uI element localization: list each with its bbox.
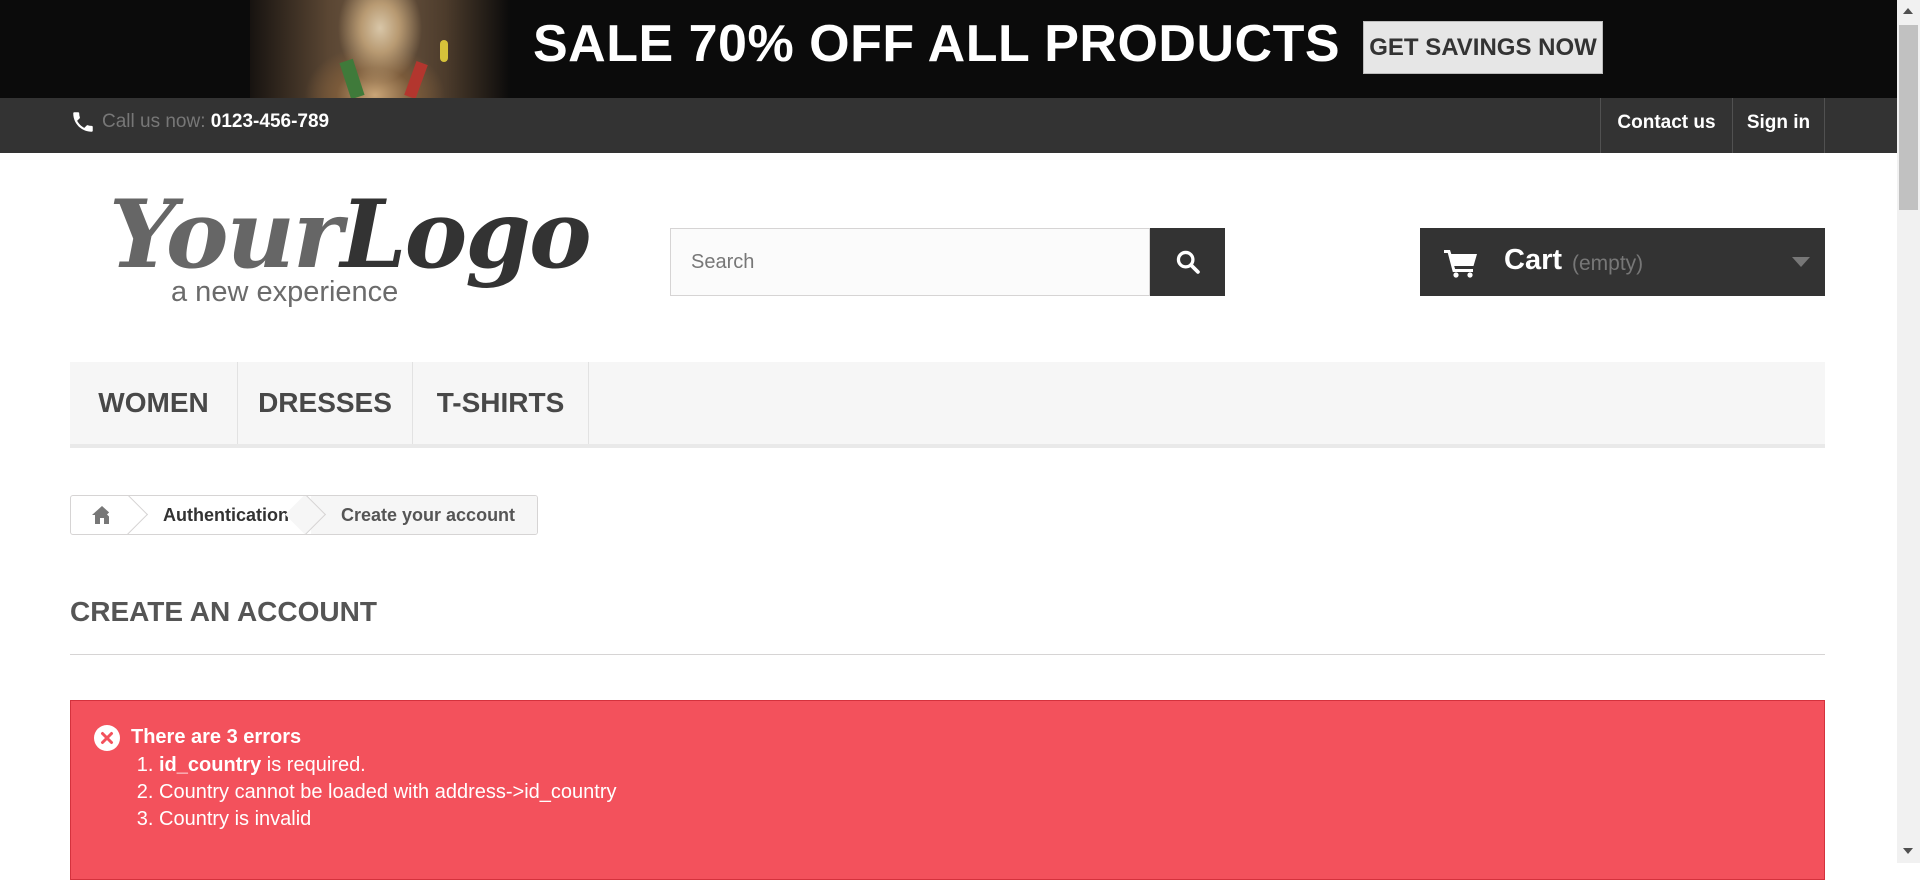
promo-banner[interactable]: SALE 70% OFF ALL PRODUCTS GET SAVINGS NO… (0, 0, 1897, 98)
error-alert: There are 3 errors id_country is require… (70, 700, 1825, 880)
cart-label: Cart (1504, 244, 1563, 276)
error-item: Country cannot be loaded with address->i… (159, 779, 617, 806)
error-item: Country is invalid (159, 806, 617, 833)
menu-item-dresses[interactable]: DRESSES (238, 362, 413, 444)
error-item: id_country is required. (159, 752, 617, 779)
logo-word-your: Your (109, 180, 342, 290)
error-heading: There are 3 errors (131, 726, 302, 748)
menu-item-women[interactable]: WOMEN (70, 362, 238, 444)
cart-icon (1444, 250, 1477, 278)
breadcrumb: Authentication Create your account (70, 495, 539, 535)
main-menu: WOMEN DRESSES T-SHIRTS (70, 362, 1825, 448)
phone-number: 0123-456-789 (210, 111, 330, 132)
error-text: is required. (261, 754, 366, 776)
error-text: Country cannot be loaded with address->i… (159, 781, 617, 803)
breadcrumb-authentication[interactable]: Authentication (106, 496, 311, 534)
menu-item-t-shirts[interactable]: T-SHIRTS (413, 362, 589, 444)
cart-status: (empty) (1572, 252, 1644, 275)
page-title: CREATE AN ACCOUNT (70, 596, 377, 627)
scrollbar-thumb[interactable] (1899, 25, 1918, 210)
error-icon (94, 725, 120, 751)
banner-headline: SALE 70% OFF ALL PRODUCTS (533, 15, 1341, 73)
search-icon (1176, 250, 1200, 274)
phone-icon (73, 112, 93, 132)
get-savings-button[interactable]: GET SAVINGS NOW (1363, 21, 1603, 74)
logo-tagline: a new experience (171, 276, 399, 308)
logo-wordmark: YourLogo (109, 180, 592, 290)
banner-model-image (250, 0, 510, 98)
contact-us-link[interactable]: Contact us (1600, 98, 1732, 153)
error-text: Country is invalid (159, 808, 312, 830)
phone-label: Call us now: (102, 111, 206, 132)
breadcrumb-current-label: Create your account (341, 505, 516, 525)
chevron-down-icon (1792, 257, 1810, 267)
error-field-name: id_country (159, 754, 262, 776)
breadcrumb-current: Create your account (284, 496, 538, 534)
breadcrumb-authentication-label: Authentication (163, 505, 289, 525)
search-button[interactable] (1150, 228, 1225, 296)
title-divider (70, 654, 1825, 655)
logo-word-logo: Logo (340, 180, 592, 290)
sign-in-link[interactable]: Sign in (1732, 98, 1825, 153)
cart-button[interactable]: Cart (empty) (1420, 228, 1825, 296)
store-logo[interactable]: YourLogo a new experience (103, 180, 592, 320)
error-list: id_country is required. Country cannot b… (131, 752, 617, 833)
scroll-up-arrow-icon[interactable] (1903, 8, 1913, 14)
phone-info: Call us now: 0123-456-789 (70, 108, 329, 136)
scroll-down-arrow-icon[interactable] (1903, 848, 1913, 854)
search-input[interactable] (670, 228, 1150, 296)
